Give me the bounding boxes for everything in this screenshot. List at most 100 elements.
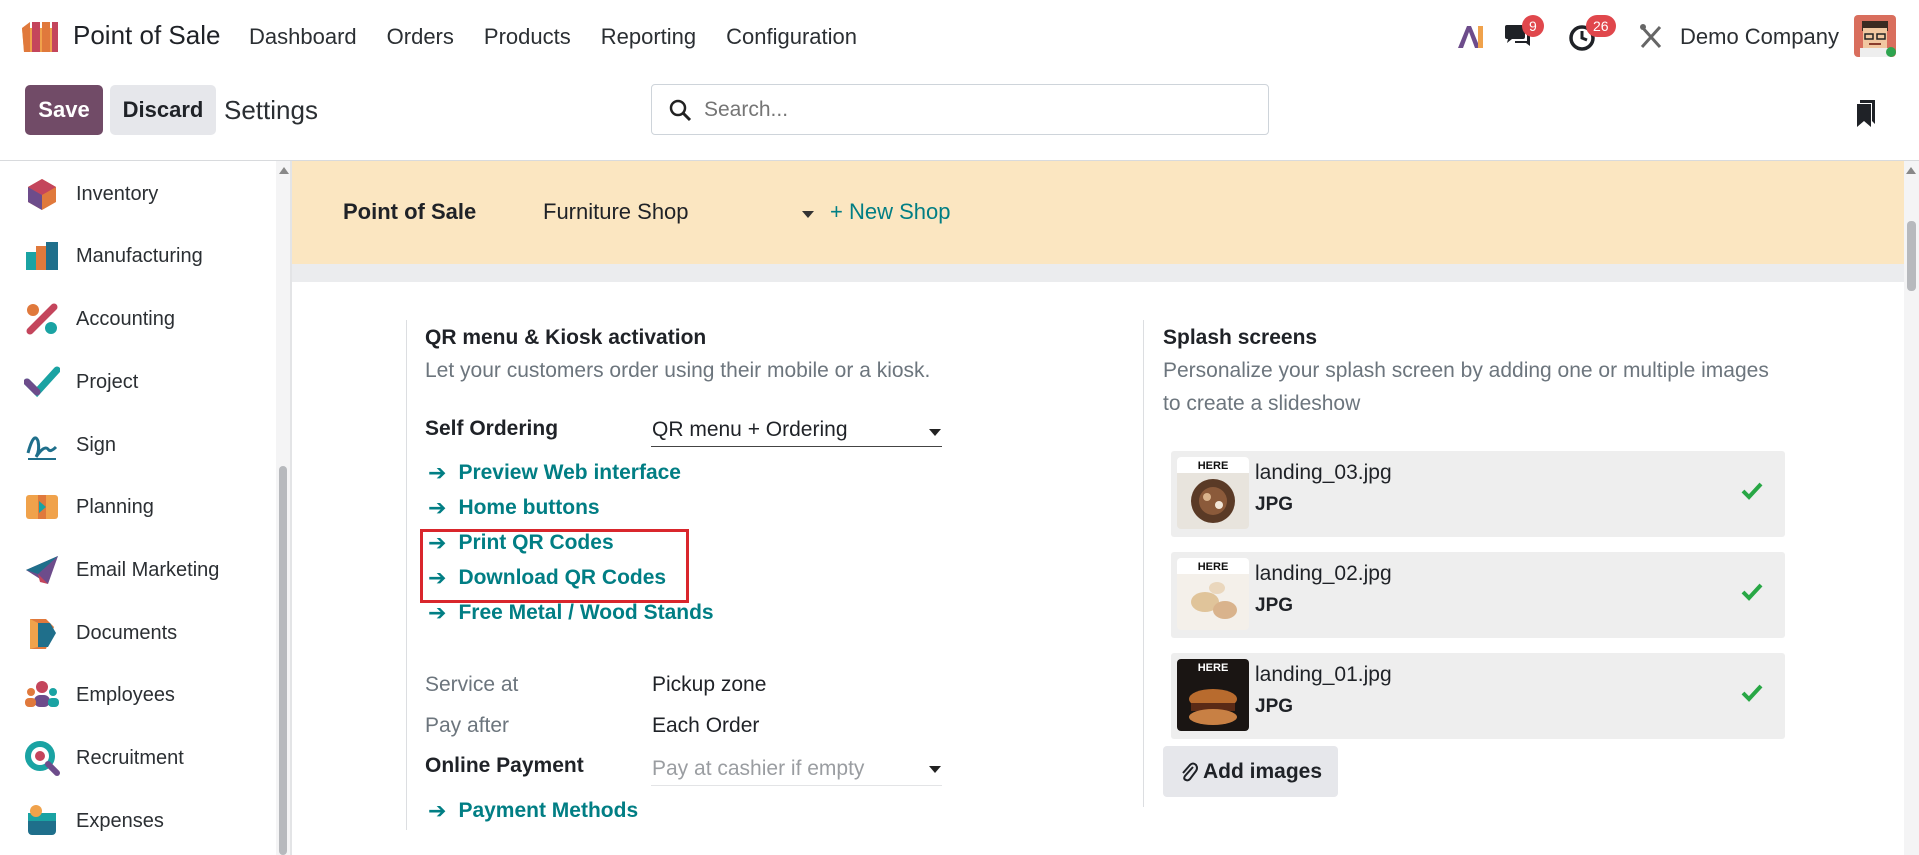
pay-after-value[interactable]: Each Order [652,714,759,738]
sidebar-item-label: Inventory [76,182,159,205]
sidebar-item-manufacturing[interactable]: Manufacturing [24,236,203,276]
self-ordering-caret-icon[interactable] [929,429,941,436]
splash-image-card[interactable]: HERE landing_03.jpg JPG [1171,451,1785,537]
activities-button[interactable]: 26 [1568,15,1616,58]
save-button[interactable]: Save [25,85,103,135]
search-box[interactable] [651,84,1269,135]
email-marketing-icon [26,556,58,584]
splash-image-card[interactable]: HERE landing_02.jpg JPG [1171,552,1785,638]
menu-dashboard[interactable]: Dashboard [249,24,357,50]
splash-image-card[interactable]: HERE landing_01.jpg JPG [1171,653,1785,739]
sidebar-item-documents[interactable]: Documents [24,613,177,653]
splash-description-line2: to create a slideshow [1163,392,1361,415]
messages-button[interactable]: 9 [1502,15,1544,58]
add-images-button[interactable]: Add images [1163,746,1338,797]
splash-description-line1: Personalize your splash screen by adding… [1163,359,1769,382]
image-filetype: JPG [1255,494,1294,515]
arrow-right-icon: ➔ [428,460,447,485]
image-thumbnail: HERE [1177,457,1249,529]
self-ordering-label: Self Ordering [425,417,559,440]
pay-after-label: Pay after [425,714,510,737]
sidebar-item-sign[interactable]: Sign [24,425,116,465]
page-title: Settings [224,95,318,125]
sidebar-item-label: Email Marketing [76,558,220,581]
preview-web-interface-link[interactable]: ➔ Preview Web interface [428,460,681,486]
messages-badge: 9 [1522,15,1544,37]
thumbnail-text: HERE [1198,561,1229,573]
service-at-value[interactable]: Pickup zone [652,673,766,697]
shop-select-caret-icon[interactable] [802,211,814,218]
qr-section-title: QR menu & Kiosk activation [425,326,707,349]
sidebar-item-label: Employees [76,683,175,706]
sidebar-item-employees[interactable]: Employees [24,675,175,715]
ai-icon[interactable] [1456,16,1486,58]
service-at-label: Service at [425,673,519,696]
accounting-icon [26,303,58,335]
employees-icon [25,681,59,707]
shop-select[interactable]: Furniture Shop [543,199,689,225]
thumbnail-text: HERE [1198,662,1229,674]
sidebar-item-project[interactable]: Project [24,362,138,402]
check-icon [1741,583,1763,601]
sidebar-scrollbar[interactable] [276,161,290,855]
image-thumbnail: HERE [1177,558,1249,630]
scroll-up-arrow-icon[interactable] [1906,167,1916,174]
main-menu: Dashboard Orders Products Reporting Conf… [249,24,887,50]
self-ordering-select[interactable]: QR menu + Ordering [652,418,848,442]
online-payment-caret-icon[interactable] [929,766,941,773]
menu-configuration[interactable]: Configuration [726,24,857,50]
sidebar-item-accounting[interactable]: Accounting [24,299,175,339]
image-filename: landing_03.jpg [1255,461,1392,484]
sidebar-item-expenses[interactable]: Expenses [24,801,164,841]
link-label: Home buttons [458,496,600,519]
manufacturing-icon [26,242,58,270]
check-icon [1741,482,1763,500]
sidebar-item-label: Planning [76,495,154,518]
user-avatar[interactable] [1854,15,1896,57]
sidebar-item-recruitment[interactable]: Recruitment [24,738,184,778]
image-filetype: JPG [1255,595,1294,616]
menu-orders[interactable]: Orders [387,24,454,50]
online-payment-label: Online Payment [425,754,584,777]
settings-sidebar: Inventory Manufacturing Accounting Proje… [0,161,278,855]
main-scroll-thumb[interactable] [1907,221,1916,291]
sidebar-item-label: Sign [76,433,117,456]
sidebar-item-label: Documents [76,621,178,644]
sidebar-item-label: Accounting [76,307,175,330]
menu-products[interactable]: Products [484,24,571,50]
menu-reporting[interactable]: Reporting [601,24,696,50]
new-shop-button[interactable]: + New Shop [830,199,950,225]
bookmark-icon[interactable] [1855,98,1877,128]
main-scrollbar[interactable] [1904,161,1919,855]
point-of-sale-logo-icon[interactable] [18,18,62,56]
planning-icon [26,495,58,519]
splash-left-border [1143,320,1144,807]
link-label: Payment Methods [458,799,639,822]
app-name[interactable]: Point of Sale [73,20,220,51]
search-input[interactable] [704,97,1244,122]
image-filename: landing_01.jpg [1255,663,1392,686]
shop-band-label: Point of Sale [343,199,477,224]
company-switcher[interactable]: Demo Company [1680,24,1839,50]
self-ordering-underline [651,446,942,447]
discard-button[interactable]: Discard [110,85,216,135]
online-payment-underline [651,785,942,786]
sidebar-item-inventory[interactable]: Inventory [24,174,158,214]
free-stands-link[interactable]: ➔ Free Metal / Wood Stands [428,600,714,626]
scroll-up-arrow-icon[interactable] [279,167,289,174]
section-gap [292,264,1904,282]
add-images-label: Add images [1202,759,1323,783]
sidebar-item-planning[interactable]: Planning [24,487,154,527]
sidebar-item-label: Manufacturing [76,244,203,267]
documents-icon [30,619,56,649]
sidebar-scroll-thumb[interactable] [279,466,287,855]
link-label: Preview Web interface [458,461,681,484]
sidebar-item-email-marketing[interactable]: Email Marketing [24,550,219,590]
payment-methods-link[interactable]: ➔ Payment Methods [428,798,638,824]
tools-icon[interactable] [1638,16,1664,58]
image-thumbnail: HERE [1177,659,1249,731]
activities-badge: 26 [1586,15,1616,37]
inventory-icon [28,179,56,210]
online-payment-select[interactable]: Pay at cashier if empty [652,757,864,781]
home-buttons-link[interactable]: ➔ Home buttons [428,495,600,521]
